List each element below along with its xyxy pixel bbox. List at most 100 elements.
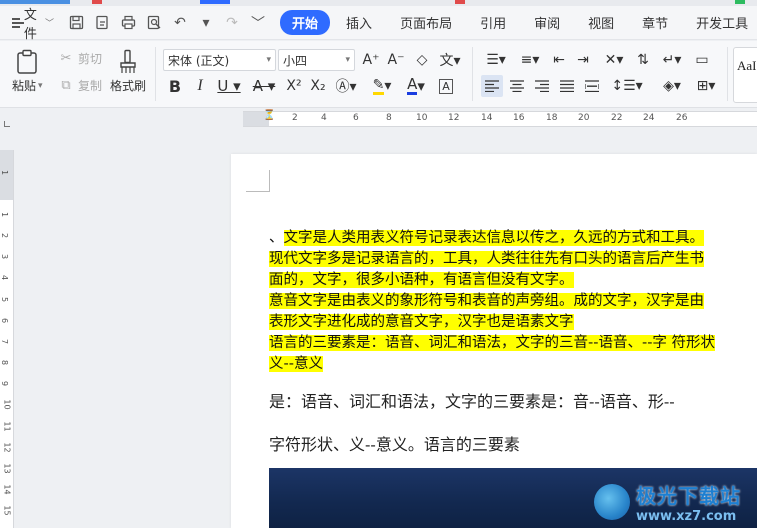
ruler-number: 24: [643, 113, 655, 123]
font-name-select[interactable]: 宋体 (正文) ▾: [163, 49, 276, 71]
subscript-icon[interactable]: X₂: [308, 75, 328, 97]
grow-font-icon[interactable]: A⁺: [362, 49, 380, 71]
character-border-icon[interactable]: A: [437, 75, 455, 97]
redo-icon[interactable]: ↷: [224, 15, 240, 31]
save-icon[interactable]: [68, 15, 84, 31]
document-plain-line[interactable]: 字符形状、义--意义。语言的三要素: [269, 431, 757, 455]
ruler-number: 10: [2, 399, 12, 410]
align-center-icon[interactable]: [508, 75, 526, 97]
chinese-layout-icon[interactable]: ✕▾: [600, 49, 628, 71]
format-painter-button[interactable]: 格式刷: [110, 47, 146, 94]
ribbon-tabs: 开始 插入 页面布局 引用 审阅 视图 章节 开发工具 会: [280, 10, 757, 35]
print-preview-icon[interactable]: [146, 15, 162, 31]
tab-chapter[interactable]: 章节: [630, 10, 680, 35]
ruler-number: 20: [578, 113, 590, 123]
export-pdf-icon[interactable]: [94, 15, 110, 31]
ruler-number: 15: [2, 505, 12, 516]
site-watermark: 极光下载站 www.xz7.com: [594, 475, 757, 528]
ruler-number: 6: [0, 317, 10, 324]
ruler-number: 9: [0, 380, 10, 387]
tab-stops-icon[interactable]: ▭: [692, 49, 712, 71]
format-painter-label: 格式刷: [110, 79, 147, 93]
paste-button[interactable]: 粘贴 ▾: [12, 47, 43, 94]
ruler-number: 2: [292, 113, 298, 123]
decrease-indent-icon[interactable]: ⇤: [550, 49, 568, 71]
shrink-font-icon[interactable]: A⁻: [387, 49, 405, 71]
font-size-select[interactable]: 小四 ▾: [278, 49, 355, 71]
numbered-list-icon[interactable]: ≡▾: [516, 49, 544, 71]
line-prefix: 、: [269, 230, 284, 246]
show-marks-icon[interactable]: ↵▾: [658, 49, 686, 71]
margin-corner-mark: [246, 170, 270, 192]
menu-bar: 文件 ﹀ ↶ ▾ ↷ ﹀ 开始 插入 页面布局 引用 审阅 视图 章节 开发工具…: [0, 4, 757, 42]
justify-icon[interactable]: [558, 75, 576, 97]
print-icon[interactable]: [120, 15, 136, 31]
ruler-number: 8: [386, 113, 392, 123]
ruler-number: 12: [448, 113, 460, 123]
watermark-url: www.xz7.com: [636, 508, 737, 524]
sort-icon[interactable]: ⇅: [634, 49, 652, 71]
ruler-number: 14: [2, 484, 12, 495]
align-left-icon[interactable]: [481, 75, 503, 97]
chevron-down-icon: ▾: [345, 55, 350, 65]
tab-developer[interactable]: 开发工具: [684, 10, 757, 35]
divider: [472, 47, 473, 101]
undo-icon[interactable]: ↶: [172, 15, 188, 31]
customize-dropdown-icon[interactable]: ﹀: [250, 15, 266, 32]
divider: [155, 47, 156, 101]
align-right-icon[interactable]: [533, 75, 551, 97]
superscript-icon[interactable]: X²: [284, 75, 304, 97]
tab-home[interactable]: 开始: [280, 10, 331, 35]
paintbrush-icon: [115, 47, 141, 77]
strikethrough-icon[interactable]: A ▾: [250, 75, 278, 97]
ruler-number: 11: [2, 421, 12, 432]
increase-indent-icon[interactable]: ⇥: [574, 49, 592, 71]
tab-review[interactable]: 审阅: [522, 10, 572, 35]
ruler-number: 14: [481, 113, 493, 123]
quick-access-toolbar: ↶ ▾ ↷ ﹀: [68, 15, 266, 32]
tab-view[interactable]: 视图: [576, 10, 626, 35]
paragraph-line: 面的，文字，很多小语种，有语言但没有文字。: [269, 270, 757, 291]
cut-button[interactable]: ✂ 剪切: [58, 50, 102, 67]
underline-icon[interactable]: U ▾: [215, 75, 243, 97]
highlighted-text: 现代文字多是记录语言的，工具，人类往往先有口头的语言后产生书: [269, 251, 704, 267]
bold-icon[interactable]: B: [166, 75, 184, 97]
horizontal-ruler[interactable]: ⏳ 2 2 4 6 8 10 12 14 16 18 20 22 24 26: [243, 110, 757, 127]
borders-icon[interactable]: ⊞▾: [692, 75, 720, 97]
chevron-down-icon: ▾: [266, 55, 271, 65]
vertical-ruler[interactable]: 1 1 2 3 4 5 6 7 8 9 10 11 12 13 14 15: [0, 150, 14, 528]
bullet-list-icon[interactable]: ☰▾: [482, 49, 510, 71]
phonetic-guide-icon[interactable]: 文▾: [437, 49, 463, 71]
paragraph-line: 语言的三要素是：语音、词汇和语法，文字的三音--语音、--字 符形状: [269, 333, 757, 354]
ruler-number: 26: [676, 113, 688, 123]
undo-dropdown-icon[interactable]: ▾: [198, 15, 214, 31]
ruler-number: 6: [353, 113, 359, 123]
indent-marker-icon[interactable]: ⏳: [263, 110, 275, 121]
tab-selector-icon[interactable]: [4, 121, 10, 127]
line-spacing-icon[interactable]: ↕☰▾: [611, 75, 642, 97]
clipboard-icon: [14, 47, 40, 77]
shading-icon[interactable]: ◈▾: [658, 75, 686, 97]
highlight-color-icon[interactable]: ✎ ▾: [368, 75, 396, 97]
italic-icon[interactable]: I: [191, 75, 209, 97]
copy-button[interactable]: ⧉ 复制: [58, 77, 102, 94]
highlighted-text: 表形文字进化成的意音文字，汉字也是语素文字: [269, 314, 574, 330]
tab-page-layout[interactable]: 页面布局: [388, 10, 464, 35]
document-plain-line[interactable]: 是：语音、词汇和语法，文字的三要素是：音--语音、形--: [269, 388, 757, 412]
font-color-icon[interactable]: A ▾: [402, 75, 430, 97]
ruler-number: 10: [416, 113, 428, 123]
paragraph-line: 、文字是人类用表义符号记录表达信息以传之，久远的方式和工具。: [269, 228, 757, 249]
ruler-number: 5: [0, 296, 10, 303]
tab-insert[interactable]: 插入: [334, 10, 384, 35]
document-highlighted-text[interactable]: 、文字是人类用表义符号记录表达信息以传之，久远的方式和工具。 现代文字多是记录语…: [269, 228, 757, 375]
clear-format-icon[interactable]: ◇: [413, 49, 431, 71]
cut-label: 剪切: [78, 52, 103, 66]
distribute-icon[interactable]: [583, 75, 601, 97]
style-gallery-preview[interactable]: AaI: [733, 47, 757, 103]
highlighted-text: 文字是人类用表义符号记录表达信息以传之，久远的方式和工具。: [283, 230, 704, 246]
highlighted-text: 语言的三要素是：语音、词汇和语法，文字的三音--语音、--字 符形状: [269, 335, 716, 351]
tab-references[interactable]: 引用: [468, 10, 518, 35]
file-menu[interactable]: 文件 ﹀: [12, 4, 54, 42]
text-effect-icon[interactable]: Ⓐ▾: [332, 75, 360, 97]
paste-dropdown-icon[interactable]: ▾: [38, 81, 43, 91]
